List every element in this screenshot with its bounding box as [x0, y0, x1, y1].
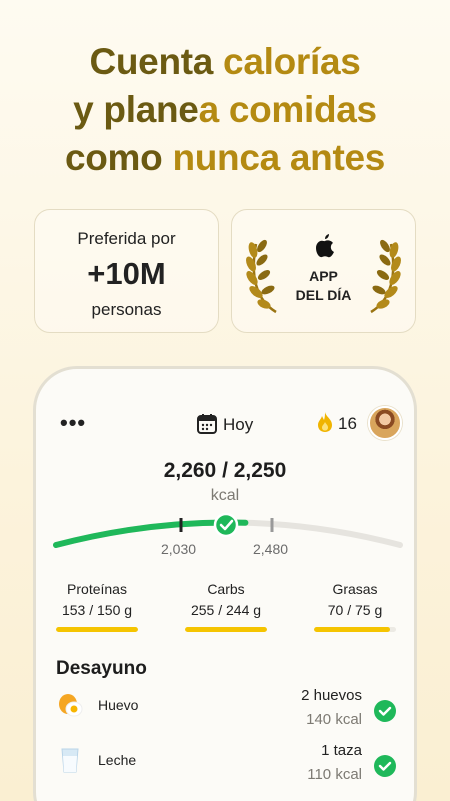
macro-fat-bar [314, 627, 396, 632]
apple-logo-icon [316, 234, 334, 258]
more-options-icon[interactable]: ••• [60, 412, 86, 434]
calorie-arc [53, 512, 403, 548]
headline-line-1: Cuenta calorías [89, 41, 361, 82]
users-badge-bottom: personas [91, 300, 162, 319]
milk-glass-icon [61, 748, 79, 773]
users-badge-top: Preferida por [77, 229, 176, 248]
macro-protein-bar [56, 627, 138, 632]
macro-carbs-bar [185, 627, 267, 632]
headline-line-2: y planea comidas [73, 89, 377, 130]
meal-section-title: Desayuno [56, 658, 147, 679]
avatar[interactable] [368, 406, 402, 440]
calorie-total: 2,260 / 2,250 [163, 459, 287, 482]
progress-check-icon [213, 512, 239, 538]
check-icon[interactable] [374, 755, 396, 777]
macro-protein: Proteínas 153 / 150 g [56, 581, 138, 632]
users-badge-count: +10M [87, 256, 166, 291]
high-mark-label: 2,480 [253, 541, 289, 557]
food-item-leche[interactable]: Leche 1 taza 110 kcal [56, 742, 396, 792]
low-mark-label: 2,030 [161, 541, 197, 557]
check-icon[interactable] [374, 700, 396, 722]
egg-icon [59, 694, 83, 717]
food-item-huevo[interactable]: Huevo 2 huevos 140 kcal [56, 687, 396, 737]
users-badge: Preferida por +10M personas [34, 209, 219, 333]
laurel-right-icon [370, 239, 401, 314]
macro-carbs: Carbs 255 / 244 g [185, 581, 267, 632]
headline: Cuenta calorías y planea comidas como nu… [0, 38, 450, 182]
calendar-icon[interactable] [196, 413, 218, 435]
app-of-day-badge: APP DEL DÍA [231, 209, 416, 333]
flame-icon [318, 412, 332, 432]
calorie-unit: kcal [210, 487, 240, 504]
streak-count: 16 [338, 414, 357, 433]
headline-line-3: como nunca antes [64, 137, 386, 178]
date-selector[interactable]: Hoy [223, 415, 253, 435]
phone-mockup: ••• Hoy 16 2,260 / 2,250 kcal 2,030 2,48… [33, 366, 417, 801]
macro-fat: Grasas 70 / 75 g [314, 581, 396, 632]
